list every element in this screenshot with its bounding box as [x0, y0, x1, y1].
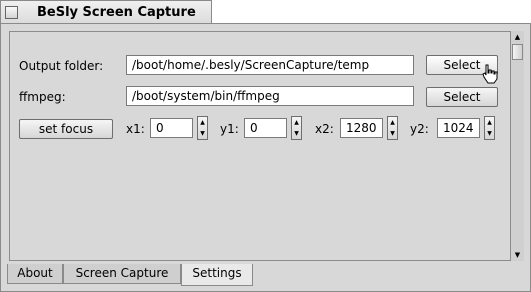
close-box-icon[interactable] — [5, 6, 18, 19]
tab-settings[interactable]: Settings — [181, 264, 253, 286]
x1-stepper[interactable]: ▲ ▼ — [197, 116, 208, 140]
hand-cursor-icon — [482, 64, 498, 84]
stepper-up-icon[interactable]: ▲ — [292, 117, 301, 128]
y2-input[interactable]: 1024 — [437, 118, 480, 138]
stepper-up-icon[interactable]: ▲ — [485, 117, 494, 128]
stepper-up-icon[interactable]: ▲ — [388, 117, 397, 128]
x2-label: x2: — [315, 122, 334, 136]
stepper-up-icon[interactable]: ▲ — [198, 117, 207, 128]
scrollbar-thumb[interactable] — [512, 44, 523, 60]
ffmpeg-select-button[interactable]: Select — [426, 87, 498, 107]
x2-input[interactable]: 1280 — [340, 118, 383, 138]
tab-screen-capture[interactable]: Screen Capture — [63, 264, 181, 284]
tab-about[interactable]: About — [7, 264, 63, 284]
y2-label: y2: — [410, 122, 429, 136]
scroll-down-icon[interactable]: ▼ — [511, 249, 524, 261]
window-title-tab[interactable]: BeSly Screen Capture — [0, 0, 212, 23]
output-folder-label: Output folder: — [19, 59, 104, 73]
output-folder-field[interactable]: /boot/home/.besly/ScreenCapture/temp — [126, 55, 414, 75]
y1-input[interactable]: 0 — [244, 118, 287, 138]
ffmpeg-label: ffmpeg: — [19, 90, 66, 104]
stepper-down-icon[interactable]: ▼ — [292, 128, 301, 139]
x2-stepper[interactable]: ▲ ▼ — [387, 116, 398, 140]
ffmpeg-path-field[interactable]: /boot/system/bin/ffmpeg — [126, 86, 414, 106]
y1-stepper[interactable]: ▲ ▼ — [291, 116, 302, 140]
app-window: Output folder: /boot/home/.besly/ScreenC… — [0, 23, 531, 292]
x1-input[interactable]: 0 — [150, 118, 193, 138]
y1-label: y1: — [220, 122, 239, 136]
stepper-down-icon[interactable]: ▼ — [198, 128, 207, 139]
scroll-up-icon[interactable]: ▲ — [511, 31, 524, 43]
vertical-scrollbar[interactable]: ▲ ▼ — [510, 31, 524, 261]
y2-stepper[interactable]: ▲ ▼ — [484, 116, 495, 140]
stepper-down-icon[interactable]: ▼ — [485, 128, 494, 139]
settings-panel: Output folder: /boot/home/.besly/ScreenC… — [9, 31, 521, 261]
stepper-down-icon[interactable]: ▼ — [388, 128, 397, 139]
set-focus-button[interactable]: set focus — [19, 119, 113, 139]
window-title: BeSly Screen Capture — [37, 5, 196, 20]
x1-label: x1: — [126, 122, 145, 136]
